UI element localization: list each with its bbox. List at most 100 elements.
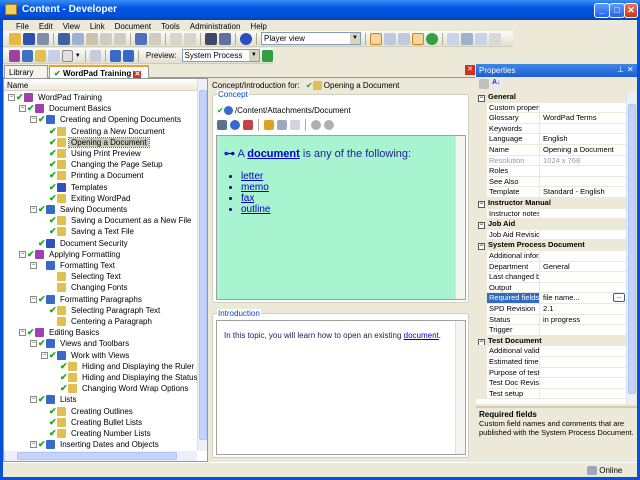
- pin-icon[interactable]: ⊥: [617, 65, 624, 74]
- close-document-icon[interactable]: ✕: [465, 65, 475, 75]
- link-icon[interactable]: [217, 120, 227, 130]
- tree-item[interactable]: Selecting Text: [41, 271, 123, 282]
- tree-item[interactable]: ✔ Creating Outlines: [41, 406, 135, 417]
- preview-icon[interactable]: [290, 120, 300, 130]
- property-row[interactable]: Template Standard - English: [476, 187, 626, 198]
- property-row[interactable]: Instructor notes: [476, 208, 626, 220]
- check-in-icon[interactable]: [447, 32, 459, 45]
- property-row[interactable]: Keywords: [476, 123, 626, 135]
- collapse-toggle-icon[interactable]: −: [8, 94, 15, 101]
- collapse-toggle-icon[interactable]: −: [30, 116, 37, 124]
- close-tab-icon[interactable]: ✕: [133, 71, 142, 78]
- property-value[interactable]: [539, 367, 626, 378]
- introduction-content[interactable]: In this topic, you will learn how to ope…: [216, 320, 466, 455]
- property-category[interactable]: − Job Aid: [476, 219, 626, 230]
- check-out-icon[interactable]: [475, 32, 487, 45]
- property-value[interactable]: 2.1: [539, 304, 626, 314]
- property-value[interactable]: [539, 208, 626, 219]
- property-row[interactable]: Additional valida...: [476, 346, 626, 357]
- property-row[interactable]: Required fields file name......: [476, 293, 626, 304]
- property-value[interactable]: [539, 166, 626, 176]
- spellcheck-icon[interactable]: [219, 32, 231, 45]
- scroll-thumb[interactable]: [17, 452, 177, 460]
- collapse-toggle-icon[interactable]: −: [30, 262, 37, 269]
- tree-item[interactable]: ✔ Creating Bullet Lists: [41, 417, 144, 428]
- publish-icon[interactable]: [461, 32, 473, 45]
- tree-item[interactable]: ✔ Saving a Document as a New File: [41, 215, 194, 226]
- move-down-icon[interactable]: [122, 49, 134, 62]
- collapse-toggle-icon[interactable]: −: [30, 441, 37, 449]
- collapse-icon[interactable]: −: [478, 95, 485, 102]
- property-category[interactable]: − Test Document: [476, 335, 626, 347]
- property-value[interactable]: [539, 357, 626, 367]
- categorized-icon[interactable]: [479, 79, 489, 89]
- preview-select[interactable]: System Process ▼: [181, 49, 260, 62]
- property-value[interactable]: [539, 176, 626, 187]
- copy-icon[interactable]: [72, 32, 84, 45]
- close-button[interactable]: ✕: [624, 3, 638, 18]
- collapse-icon[interactable]: −: [478, 201, 485, 208]
- web-icon[interactable]: [230, 120, 240, 130]
- property-row[interactable]: Trigger: [476, 325, 626, 336]
- tree-item[interactable]: Changing Fonts: [41, 282, 129, 293]
- concept-scrollbar[interactable]: [455, 136, 465, 299]
- link-icon[interactable]: [89, 49, 101, 62]
- collapse-toggle-icon[interactable]: −: [30, 340, 37, 348]
- property-row[interactable]: Name Opening a Document: [476, 145, 626, 156]
- bullet-link[interactable]: outline: [241, 204, 270, 215]
- properties-icon[interactable]: [114, 32, 126, 45]
- layout-top-icon[interactable]: [384, 32, 396, 45]
- new-section-icon[interactable]: [22, 49, 34, 62]
- sort-alphabetical-icon[interactable]: A↓: [492, 79, 502, 89]
- property-value[interactable]: [539, 229, 626, 240]
- maximize-button[interactable]: □: [609, 3, 625, 18]
- tree-item[interactable]: − ✔ Work with Views: [41, 350, 131, 361]
- property-row[interactable]: Last changed by: [476, 272, 626, 283]
- edit-pencil-icon[interactable]: [264, 120, 274, 130]
- property-value[interactable]: English: [539, 134, 626, 144]
- refresh-icon[interactable]: [426, 32, 438, 45]
- tree-item[interactable]: ✔ Selecting Paragraph Text: [41, 305, 162, 316]
- bullet-link[interactable]: memo: [241, 182, 269, 193]
- tree-item[interactable]: ✔ Creating a New Document: [41, 126, 167, 137]
- stop-icon[interactable]: [324, 120, 334, 130]
- tree-item[interactable]: − ✔ Views and Toolbars: [30, 338, 131, 349]
- move-up-icon[interactable]: [109, 49, 121, 62]
- cut-icon[interactable]: [58, 32, 70, 45]
- break-link-icon[interactable]: [277, 120, 287, 130]
- property-value[interactable]: General: [539, 261, 626, 272]
- bullet-link[interactable]: letter: [241, 171, 263, 182]
- property-value[interactable]: [539, 282, 626, 293]
- property-row[interactable]: Resolution 1024 x 768: [476, 155, 626, 167]
- expand-icon[interactable]: [170, 32, 182, 45]
- redo-icon[interactable]: [149, 32, 161, 45]
- name-column-header[interactable]: Name: [4, 79, 197, 91]
- collapse-icon[interactable]: −: [478, 243, 485, 250]
- close-panel-icon[interactable]: ✕: [627, 65, 634, 74]
- collapse-icon[interactable]: −: [478, 338, 485, 346]
- tree-item[interactable]: ✔ Creating Number Lists: [41, 428, 153, 439]
- collapse-toggle-icon[interactable]: −: [19, 329, 26, 337]
- property-value[interactable]: in progress: [539, 314, 626, 325]
- property-row[interactable]: Job Aid Revision: [476, 229, 626, 241]
- help-icon[interactable]: [240, 32, 252, 45]
- new-topic-icon[interactable]: [35, 49, 47, 62]
- property-value[interactable]: [539, 251, 626, 261]
- ellipsis-button[interactable]: ...: [613, 293, 625, 303]
- tree-vertical-scrollbar[interactable]: [197, 79, 207, 451]
- tree-item[interactable]: ✔ Printing a Document: [41, 170, 145, 181]
- scroll-thumb[interactable]: [199, 90, 207, 440]
- collapse-toggle-icon[interactable]: −: [19, 250, 26, 258]
- tree-item[interactable]: ✔ Hiding and Displaying the Ruler: [52, 361, 196, 372]
- tree-item[interactable]: − ✔ Formatting Paragraphs: [30, 294, 144, 305]
- open-icon[interactable]: [9, 32, 21, 45]
- property-row[interactable]: Test setup: [476, 388, 626, 400]
- collapse-icon[interactable]: −: [478, 222, 485, 229]
- property-category[interactable]: − General: [476, 92, 626, 103]
- new-question-icon[interactable]: [61, 49, 73, 62]
- property-row[interactable]: Purpose of test: [476, 367, 626, 379]
- property-value[interactable]: [539, 378, 626, 388]
- undo-icon[interactable]: [135, 32, 147, 45]
- collapse-toggle-icon[interactable]: −: [30, 295, 37, 303]
- property-value[interactable]: Standard - English: [539, 187, 626, 197]
